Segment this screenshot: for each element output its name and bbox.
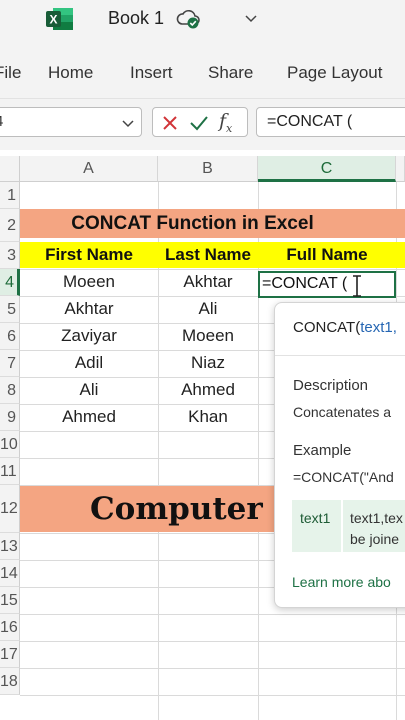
function-signature: CONCAT(text1,	[293, 319, 397, 336]
description-text: Concatenates a	[293, 404, 392, 420]
grid-line	[20, 695, 405, 696]
row-header-3[interactable]: 3	[0, 242, 20, 269]
cell-last-name[interactable]: Ahmed	[158, 380, 258, 400]
column-header-a[interactable]: A	[20, 156, 158, 182]
row-header-14[interactable]: 14	[0, 560, 20, 587]
row-header-1[interactable]: 1	[0, 182, 20, 209]
example-heading: Example	[293, 442, 352, 459]
excel-logo-icon[interactable]: X	[46, 7, 74, 31]
tab-file[interactable]: File	[0, 63, 21, 83]
workbook-title[interactable]: Book 1	[108, 8, 164, 29]
title-bar: X Book 1	[0, 0, 405, 40]
row-header-12[interactable]: 12	[0, 485, 20, 533]
column-header-b[interactable]: B	[158, 156, 258, 182]
name-box[interactable]: 4	[0, 107, 142, 137]
cell-first-name[interactable]: Ali	[20, 380, 158, 400]
parameter-name: text1	[300, 510, 331, 526]
grid-line	[20, 269, 405, 270]
row-header-9[interactable]: 9	[0, 404, 20, 431]
cell-last-name[interactable]: Akhtar	[158, 272, 258, 292]
formula-input[interactable]: =CONCAT (	[256, 107, 405, 137]
row-header-7[interactable]: 7	[0, 350, 20, 377]
row-header-8[interactable]: 8	[0, 377, 20, 404]
description-heading: Description	[293, 377, 369, 394]
formula-bar: 4 fx =CONCAT (	[0, 98, 405, 150]
column-header-c[interactable]: C	[258, 156, 396, 182]
column-header-d[interactable]	[396, 156, 405, 182]
function-argument[interactable]: text1,	[360, 319, 397, 336]
row-header-2[interactable]: 2	[0, 209, 20, 242]
cell-last-name[interactable]: Ali	[158, 299, 258, 319]
divider	[275, 355, 405, 356]
parameter-separator	[341, 500, 343, 552]
row-header-16[interactable]: 16	[0, 614, 20, 641]
row-header-17[interactable]: 17	[0, 641, 20, 668]
svg-text:X: X	[49, 13, 57, 27]
tab-insert[interactable]: Insert	[130, 63, 173, 83]
row-header-5[interactable]: 5	[0, 296, 20, 323]
cell-first-name[interactable]: Ahmed	[20, 407, 158, 427]
tab-home[interactable]: Home	[48, 63, 93, 83]
cell-last-name[interactable]: Moeen	[158, 326, 258, 346]
chevron-down-icon[interactable]	[121, 116, 135, 130]
grid-line	[20, 668, 405, 669]
insert-function-icon[interactable]: fx	[219, 110, 232, 135]
header-first-name[interactable]: First Name	[20, 242, 158, 268]
function-name: CONCAT(	[293, 319, 361, 336]
formula-actions: fx	[152, 107, 248, 137]
grid-line	[20, 641, 405, 642]
function-help-tooltip[interactable]: CONCAT(text1, Description Concatenates a…	[274, 302, 405, 608]
row-header-13[interactable]: 13	[0, 533, 20, 560]
row-header-11[interactable]: 11	[0, 458, 20, 485]
row-header-6[interactable]: 6	[0, 323, 20, 350]
ribbon-tabs: File Home Insert Share Page Layout	[0, 40, 405, 98]
row-header-4[interactable]: 4	[0, 269, 20, 296]
formula-text: =CONCAT (	[267, 113, 353, 130]
checkmark-icon[interactable]	[189, 114, 209, 132]
row-header-15[interactable]: 15	[0, 587, 20, 614]
tab-share[interactable]: Share	[208, 63, 253, 83]
cloud-check-icon[interactable]	[176, 8, 202, 30]
row-header-10[interactable]: 10	[0, 431, 20, 458]
example-text: =CONCAT("And	[293, 469, 394, 485]
parameter-description: text1,tex	[350, 510, 403, 526]
cell-first-name[interactable]: Akhtar	[20, 299, 158, 319]
cell-last-name[interactable]: Niaz	[158, 353, 258, 373]
grid-line	[20, 614, 405, 615]
header-last-name[interactable]: Last Name	[158, 242, 258, 268]
cell-first-name[interactable]: Zaviyar	[20, 326, 158, 346]
active-cell-text: =CONCAT (	[262, 275, 348, 292]
cell-first-name[interactable]: Adil	[20, 353, 158, 373]
row-header-18[interactable]: 18	[0, 668, 20, 695]
learn-more-link[interactable]: Learn more abo	[292, 574, 391, 590]
cancel-icon[interactable]	[161, 114, 179, 132]
tab-page-layout[interactable]: Page Layout	[287, 63, 382, 83]
cell-first-name[interactable]: Moeen	[20, 272, 158, 292]
header-full-name[interactable]: Full Name	[258, 242, 396, 268]
parameter-description: be joine	[350, 531, 400, 547]
cell-last-name[interactable]: Khan	[158, 407, 258, 427]
select-all-corner[interactable]	[0, 156, 20, 182]
name-box-value: 4	[0, 113, 3, 130]
banner-title[interactable]: CONCAT Function in Excel	[20, 209, 365, 238]
chevron-down-icon[interactable]	[243, 10, 259, 26]
text-cursor-icon	[353, 275, 361, 297]
